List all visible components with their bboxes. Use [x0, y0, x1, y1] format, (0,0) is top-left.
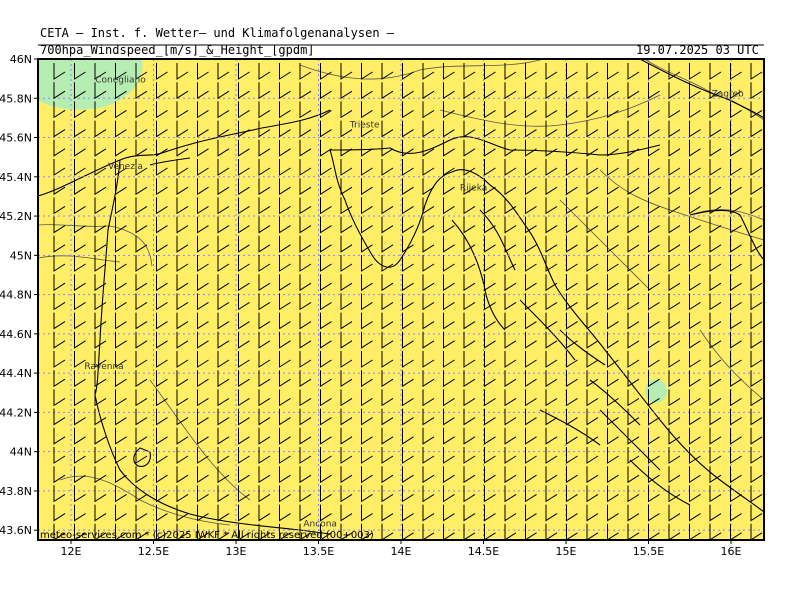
lat-label: 45N	[10, 249, 32, 262]
lat-label: 45.4N	[0, 171, 32, 184]
lon-label: 12E	[61, 545, 82, 558]
lat-axis-labels: 46N 45.8N 45.6N 45.4N 45.2N 45N 44.8N 44.6N 44.4…	[0, 53, 32, 537]
city-label: Conegliano	[95, 76, 146, 86]
lon-axis-labels: 12E 12.5E 13E 13.5E 14E 14.5E 15E 15.5E 16E	[61, 545, 742, 558]
lon-label: 13.5E	[303, 545, 334, 558]
lat-label: 45.2N	[0, 210, 32, 223]
lat-label: 45.8N	[0, 92, 32, 105]
city-label: Venezia	[108, 162, 143, 172]
copyright-text: meteo-services.com * (c)2025 IWKF * All …	[40, 530, 374, 541]
lat-label: 43.6N	[0, 524, 32, 537]
lat-label: 44.8N	[0, 289, 32, 302]
weather-map: 46N 45.8N 45.6N 45.4N 45.2N 45N 44.8N 44.6N 44.4…	[0, 44, 765, 558]
lon-label: 15E	[556, 545, 577, 558]
lon-label: 13E	[226, 545, 247, 558]
city-label: Rijeka	[460, 184, 487, 194]
lat-label: 44.6N	[0, 328, 32, 341]
lat-label: 44N	[10, 446, 32, 459]
lon-label: 14E	[391, 545, 412, 558]
lon-label: 15.5E	[633, 545, 664, 558]
lat-label: 44.4N	[0, 367, 32, 380]
lon-label: 14.5E	[468, 545, 499, 558]
city-label: Trieste	[349, 121, 380, 131]
city-label: Zagreb	[712, 89, 744, 99]
lon-label: 16E	[721, 545, 742, 558]
lat-label: 45.6N	[0, 132, 32, 145]
lat-label: 44.2N	[0, 406, 32, 419]
lat-label: 43.8N	[0, 485, 32, 498]
lon-label: 12.5E	[138, 545, 169, 558]
city-label: Ancona	[303, 519, 337, 529]
city-label: Ravenna	[84, 362, 123, 372]
lat-label: 46N	[10, 53, 32, 66]
